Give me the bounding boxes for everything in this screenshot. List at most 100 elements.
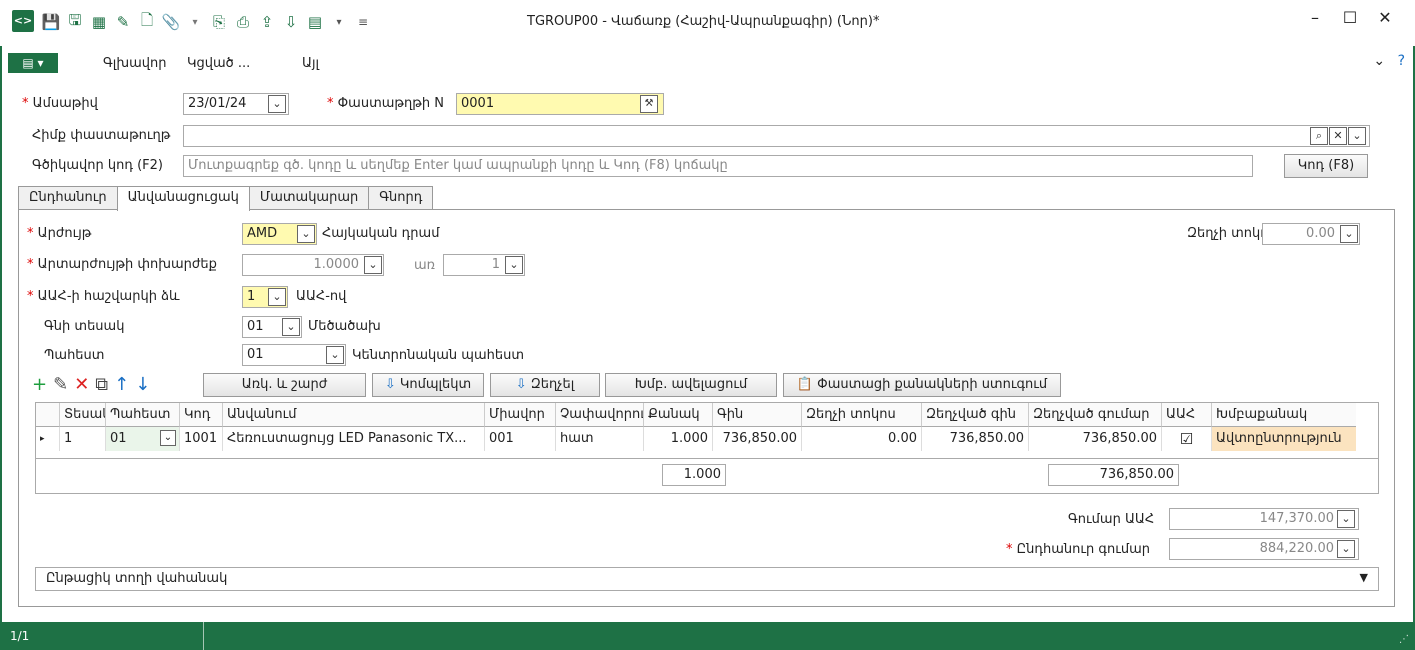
page-indicator: 1/1 bbox=[10, 629, 30, 643]
app-logo-icon[interactable]: <> bbox=[12, 10, 34, 32]
col-header-disc-price[interactable]: Զեղչված գին bbox=[922, 403, 1029, 427]
print-icon[interactable]: ⎙ bbox=[232, 11, 254, 33]
maximize-button[interactable]: ☐ bbox=[1335, 8, 1365, 27]
rate-label: * Արտարժույթի փոխարժեք bbox=[27, 257, 217, 272]
edit-row-icon[interactable]: ✎ bbox=[53, 374, 68, 395]
cell-disc-price[interactable]: 736,850.00 bbox=[922, 427, 1029, 451]
cell-price[interactable]: 736,850.00 bbox=[713, 427, 802, 451]
currency-name: Հայկական դրամ bbox=[322, 226, 440, 241]
col-header-price[interactable]: Գին bbox=[713, 403, 802, 427]
wand-icon[interactable]: ⚒ bbox=[640, 95, 658, 113]
chevron-down-icon[interactable]: ⌄ bbox=[1348, 127, 1366, 145]
rate-field[interactable]: 1.0000 bbox=[242, 254, 384, 276]
cell-warehouse[interactable]: 01 ⌄ bbox=[106, 427, 180, 451]
cell-discount[interactable]: 0.00 bbox=[802, 427, 922, 451]
clear-icon[interactable]: ✕ bbox=[1329, 127, 1347, 145]
tab-supplier[interactable]: Մատակարար bbox=[248, 186, 370, 210]
col-header-disc-sum[interactable]: Զեղչված գումար bbox=[1029, 403, 1162, 427]
current-row-panel[interactable]: Ընթացիկ տողի վահանակ ▼ bbox=[35, 567, 1379, 591]
cell-measure[interactable]: հատ bbox=[556, 427, 644, 451]
tab-buyer[interactable]: Գնորդ bbox=[368, 186, 434, 210]
col-header-unit[interactable]: Միավոր bbox=[485, 403, 556, 427]
help-icon[interactable]: ? bbox=[1398, 53, 1405, 69]
total-field[interactable]: 884,220.00 bbox=[1169, 538, 1359, 560]
price-type-dropdown-icon[interactable]: ⌄ bbox=[282, 318, 300, 336]
menu-item-other[interactable]: Այլ bbox=[302, 56, 319, 71]
warehouse-dropdown-icon[interactable]: ⌄ bbox=[326, 346, 344, 364]
discount-button[interactable]: ⇩ Զեղչել bbox=[490, 373, 600, 397]
cell-type[interactable]: 1 bbox=[60, 427, 106, 451]
col-header-discount[interactable]: Զեղչի տոկոս bbox=[802, 403, 922, 427]
customize-icon[interactable]: ≡ bbox=[352, 11, 374, 33]
vat-sum-dropdown-icon[interactable]: ⌄ bbox=[1337, 510, 1355, 528]
cell-batch[interactable]: Ավտոընտրություն bbox=[1212, 427, 1356, 451]
more-icon[interactable]: ▾ bbox=[328, 11, 350, 33]
cell-name[interactable]: Հեռուստացույց LED Panasonic TX... bbox=[223, 427, 485, 451]
date-picker-icon[interactable]: ⌄ bbox=[268, 95, 286, 113]
minimize-button[interactable]: – bbox=[1300, 8, 1330, 27]
vat-name: ԱԱՀ-ով bbox=[296, 289, 347, 304]
copy-row-icon[interactable]: ⧉ bbox=[95, 374, 108, 395]
basedoc-field[interactable] bbox=[183, 125, 1370, 147]
col-header-vat[interactable]: ԱԱՀ bbox=[1162, 403, 1212, 427]
edit-icon[interactable]: ✎ bbox=[112, 11, 134, 33]
move-down-icon[interactable]: ↓ bbox=[135, 374, 150, 395]
import-icon[interactable]: ⇩ bbox=[280, 11, 302, 33]
row-pointer-icon: ▸ bbox=[36, 427, 60, 451]
discount-dropdown-icon[interactable]: ⌄ bbox=[1340, 225, 1358, 243]
search-icon[interactable]: ⌕ bbox=[1310, 127, 1328, 145]
kit-button[interactable]: ⇩ Կոմպլեկտ bbox=[372, 373, 484, 397]
barcode-field[interactable]: Մուտքագրեք գծ. կոդը և սեղմեք Enter կամ ա… bbox=[183, 155, 1253, 177]
col-header-code[interactable]: Կոդ bbox=[180, 403, 223, 427]
resize-grip-icon[interactable]: ⋰ bbox=[1399, 634, 1409, 645]
move-up-icon[interactable]: ↑ bbox=[114, 374, 129, 395]
copy-icon[interactable]: ⎘ bbox=[208, 11, 230, 33]
dropdown-icon[interactable]: ▾ bbox=[184, 11, 206, 33]
col-header-type[interactable]: Տեսակ bbox=[60, 403, 106, 427]
total-sum: 736,850.00 bbox=[1048, 464, 1179, 486]
cell-code[interactable]: 1001 bbox=[180, 427, 223, 451]
vat-sum-field[interactable]: 147,370.00 bbox=[1169, 508, 1359, 530]
export-icon[interactable]: ⇪ bbox=[256, 11, 278, 33]
delete-row-icon[interactable]: ✕ bbox=[74, 374, 89, 395]
menu-item-attached[interactable]: Կցված ... bbox=[187, 56, 250, 71]
total-dropdown-icon[interactable]: ⌄ bbox=[1337, 540, 1355, 558]
actual-qty-check-button[interactable]: 📋 Փաստացի քանակների ստուգում bbox=[783, 373, 1061, 397]
menu-toggle-button[interactable]: ▤ ▾ bbox=[8, 53, 58, 73]
new-doc-icon[interactable]: 🗋 bbox=[136, 11, 158, 33]
attach-icon[interactable]: 📎 bbox=[160, 11, 182, 33]
col-header-batch[interactable]: Խմբաքանակ bbox=[1212, 403, 1356, 427]
rate-dropdown-icon[interactable]: ⌄ bbox=[364, 256, 382, 274]
cell-unit[interactable]: 001 bbox=[485, 427, 556, 451]
stock-movement-button[interactable]: Առկ. և շարժ bbox=[203, 373, 366, 397]
price-type-label: Գնի տեսակ bbox=[44, 319, 125, 334]
vat-dropdown-icon[interactable]: ⌄ bbox=[268, 288, 286, 306]
cell-vat-checkbox[interactable]: ☑ bbox=[1162, 427, 1212, 451]
group-add-button[interactable]: Խմբ. ավելացում bbox=[605, 373, 777, 397]
table-row[interactable]: ▸ 1 01 ⌄ 1001 Հեռուստացույց LED Panasonic… bbox=[36, 427, 1378, 451]
tab-items[interactable]: Անվանացուցակ bbox=[116, 186, 250, 211]
col-header-name[interactable]: Անվանում bbox=[223, 403, 485, 427]
menu-item-main[interactable]: Գլխավոր bbox=[103, 56, 166, 71]
code-button[interactable]: Կոդ (F8) bbox=[1284, 154, 1368, 178]
col-header-qty[interactable]: Քանակ bbox=[644, 403, 713, 427]
save-close-icon[interactable]: 🖫 bbox=[64, 11, 86, 33]
chevron-down-icon[interactable]: ⌄ bbox=[1373, 53, 1385, 69]
chevron-down-icon[interactable]: ⌄ bbox=[160, 430, 176, 446]
table-icon[interactable]: ▤ bbox=[304, 11, 326, 33]
col-header-measure[interactable]: Չափավորում bbox=[556, 403, 644, 427]
save-as-icon[interactable]: ▦ bbox=[88, 11, 110, 33]
per-dropdown-icon[interactable]: ⌄ bbox=[505, 256, 523, 274]
per-label: առ bbox=[414, 258, 436, 273]
items-grid: Տեսակ Պահեստ Կոդ Անվանում Միավոր Չափավոր… bbox=[35, 402, 1379, 494]
caret-down-icon[interactable]: ▼ bbox=[1360, 571, 1368, 584]
tab-general[interactable]: Ընդհանուր bbox=[18, 186, 118, 210]
cell-disc-sum[interactable]: 736,850.00 bbox=[1029, 427, 1162, 451]
close-button[interactable]: ✕ bbox=[1370, 8, 1400, 27]
save-icon[interactable]: 💾 bbox=[40, 11, 62, 33]
currency-dropdown-icon[interactable]: ⌄ bbox=[297, 225, 315, 243]
cell-qty[interactable]: 1.000 bbox=[644, 427, 713, 451]
add-row-icon[interactable]: + bbox=[32, 374, 47, 395]
docnum-field[interactable]: 0001 bbox=[456, 93, 664, 115]
col-header-warehouse[interactable]: Պահեստ bbox=[106, 403, 180, 427]
